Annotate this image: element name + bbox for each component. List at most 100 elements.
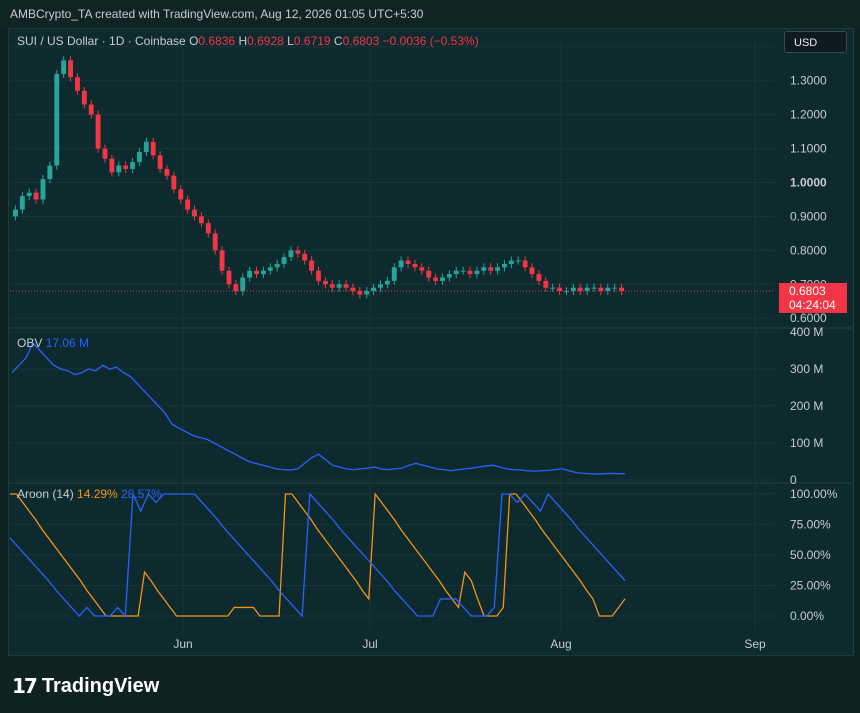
price-candle xyxy=(178,189,184,200)
obv-tick-label: 400 M xyxy=(790,325,823,339)
price-tick-label: 0.8000 xyxy=(790,243,827,257)
chart-canvas[interactable]: 1.40001.30001.20001.10001.00000.90000.80… xyxy=(0,0,860,713)
price-candle xyxy=(116,165,122,173)
price-candle xyxy=(109,158,115,173)
obv-legend: OBV 17.06 M xyxy=(17,336,89,350)
price-candle xyxy=(274,263,280,268)
price-candle xyxy=(488,267,494,271)
gridlines xyxy=(8,40,852,630)
countdown-label: 04:24:04 xyxy=(789,298,836,312)
legend-part: 0.6836 xyxy=(198,34,238,48)
price-candle xyxy=(391,267,397,281)
price-candle xyxy=(136,151,142,163)
price-candle xyxy=(419,267,425,271)
price-candle xyxy=(543,280,549,288)
price-candle xyxy=(19,196,25,210)
price-candle xyxy=(212,233,218,251)
price-candle xyxy=(522,260,528,268)
price-candle xyxy=(412,263,418,268)
aroon-tick-label: 100.00% xyxy=(790,487,838,501)
price-candle xyxy=(378,284,383,288)
legend-part: 0.6928 xyxy=(247,34,287,48)
legend-part: O xyxy=(189,34,198,48)
price-candle xyxy=(226,270,232,285)
price-candle xyxy=(536,274,542,281)
price-tick-label: 1.0000 xyxy=(790,176,827,190)
tradingview-logo[interactable]: 17 TradingView xyxy=(12,674,159,698)
price-candle xyxy=(192,209,197,217)
x-tick-label: Aug xyxy=(550,637,571,651)
price-candle xyxy=(467,270,473,275)
price-candle xyxy=(185,199,191,210)
price-candle xyxy=(364,291,370,295)
price-candle xyxy=(322,280,328,285)
aroon-tick-label: 0.00% xyxy=(790,609,824,623)
price-candle xyxy=(598,287,604,292)
price-candle xyxy=(88,104,94,115)
aroon-tick-label: 50.00% xyxy=(790,548,831,562)
price-candle xyxy=(481,267,487,271)
price-candle xyxy=(68,60,73,78)
price-candle xyxy=(33,192,39,200)
aroon-tick-label: 75.00% xyxy=(790,518,831,532)
price-candle xyxy=(260,270,266,275)
price-tick-label: 1.2000 xyxy=(790,108,827,122)
price-candle xyxy=(453,270,459,275)
price-candle xyxy=(74,77,80,91)
x-tick-label: Jul xyxy=(362,637,377,651)
obv-pane xyxy=(11,341,625,475)
price-candle xyxy=(254,270,259,275)
x-tick-label: Jun xyxy=(173,637,192,651)
price-candle xyxy=(316,270,321,281)
obv-tick-label: 100 M xyxy=(790,436,823,450)
price-candle xyxy=(54,73,60,166)
price-candle xyxy=(384,280,390,285)
legend-part: SUI / US Dollar · 1D · Coinbase xyxy=(17,34,189,48)
price-candle xyxy=(398,260,404,268)
last-price-label: 0.6803 xyxy=(789,284,826,298)
price-candle xyxy=(219,250,225,271)
price-candle xyxy=(81,90,87,105)
price-legend: SUI / US Dollar · 1D · Coinbase O0.6836 … xyxy=(17,34,479,48)
legend-part: C xyxy=(334,34,343,48)
price-candle xyxy=(446,274,452,278)
price-candle xyxy=(460,270,466,272)
obv-tick-label: 0 xyxy=(790,473,797,487)
axes: 1.40001.30001.20001.10001.00000.90000.80… xyxy=(173,40,847,651)
price-candle xyxy=(529,267,535,275)
price-candles xyxy=(10,56,775,299)
price-candle xyxy=(247,270,253,278)
price-candle xyxy=(591,287,597,289)
obv-tick-label: 200 M xyxy=(790,399,823,413)
price-tick-label: 1.1000 xyxy=(790,142,827,156)
price-candle xyxy=(357,291,363,295)
price-candle xyxy=(612,287,618,289)
price-candle xyxy=(123,165,129,169)
price-candle xyxy=(267,267,273,271)
price-candle xyxy=(508,260,514,264)
price-candle xyxy=(302,253,308,261)
aroon-value: 14.29% xyxy=(77,487,121,501)
legend-part: −0.0036 (−0.53%) xyxy=(383,34,479,48)
price-candle xyxy=(440,277,445,281)
logo-text: TradingView xyxy=(41,674,160,697)
price-candle xyxy=(150,141,156,156)
price-tick-label: 0.9000 xyxy=(790,209,827,223)
currency-button[interactable]: USD xyxy=(784,31,847,53)
price-candle xyxy=(502,263,507,268)
legend-part: 0.6719 xyxy=(294,34,334,48)
price-candle xyxy=(171,175,177,190)
obv-line xyxy=(11,341,625,475)
price-candle xyxy=(336,284,342,288)
aroon-legend: Aroon (14) 14.29% 28.57% xyxy=(17,487,162,501)
price-candle xyxy=(26,192,32,197)
price-candle xyxy=(515,260,521,262)
aroon-title: Aroon (14) xyxy=(17,487,77,501)
price-candle xyxy=(40,179,46,200)
price-candle xyxy=(130,162,135,169)
price-candle xyxy=(61,60,67,74)
price-tick-label: 0.6000 xyxy=(790,311,827,325)
obv-title: OBV xyxy=(17,336,46,350)
price-candle xyxy=(240,277,246,292)
tradingview-logo-icon: 17 xyxy=(12,674,38,698)
